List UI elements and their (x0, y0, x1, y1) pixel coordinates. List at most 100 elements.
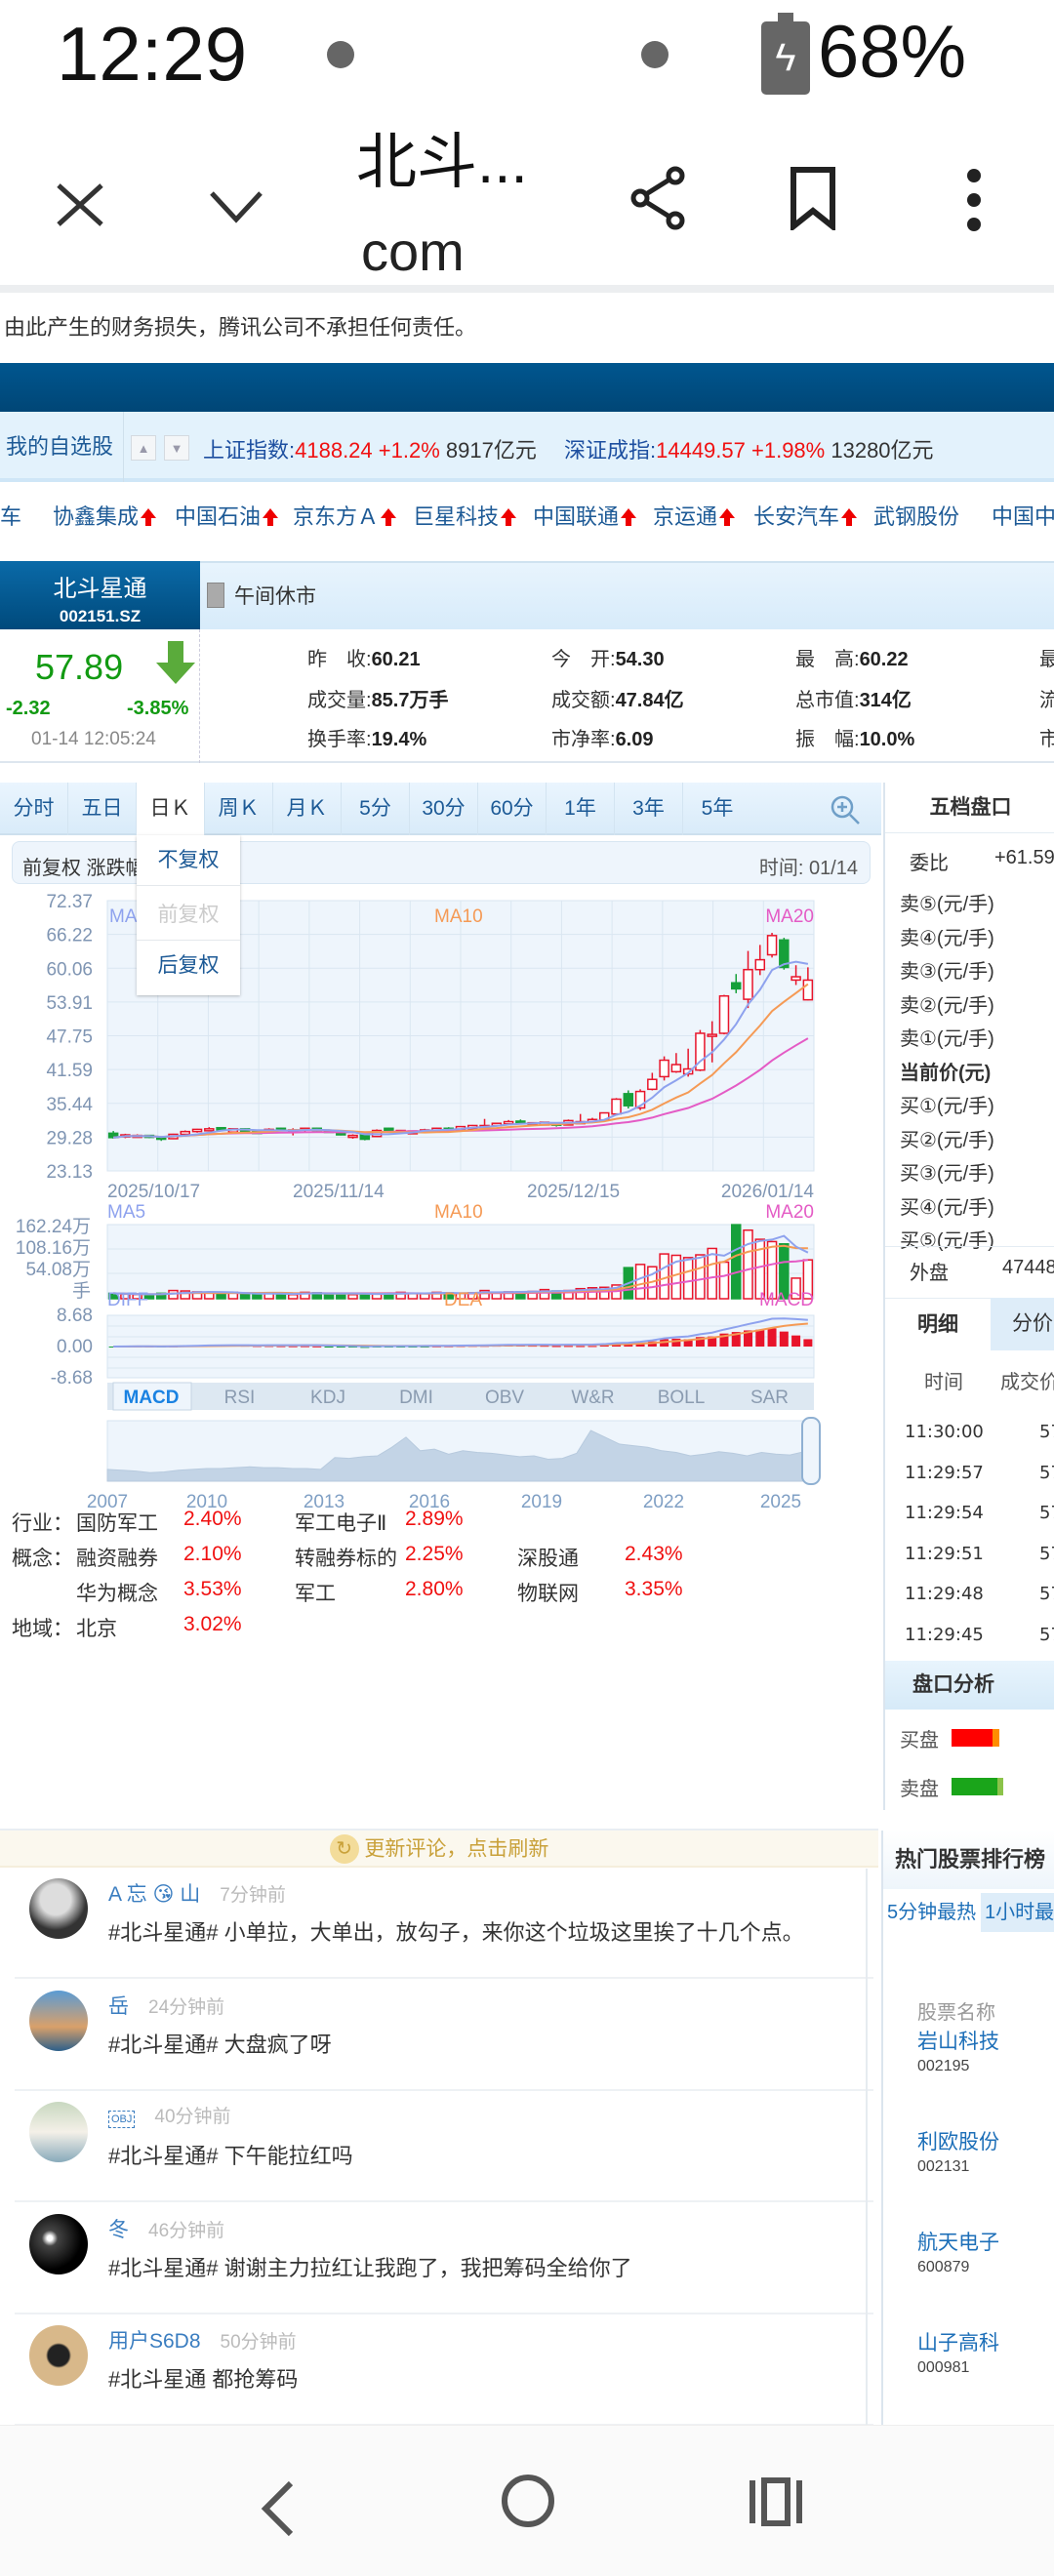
indicator-tab[interactable]: KDJ (310, 1388, 345, 1408)
hot-stock-code: 002195 (917, 2058, 970, 2074)
avatar[interactable] (29, 2213, 88, 2274)
indicator-tab[interactable]: W&R (571, 1388, 614, 1408)
comment-item: 用户S6D8 50分钟前 #北斗星通 都抢筹码 (15, 2315, 873, 2426)
tab-period[interactable]: 30分 (410, 783, 478, 835)
chevron-down-icon[interactable] (207, 176, 265, 234)
kline-chart[interactable]: 72.37 66.22 60.06 53.91 47.75 41.59 35.44 29.28… (0, 883, 881, 1517)
comment-scrollbar[interactable] (866, 1869, 868, 2425)
sector-name[interactable]: 北京 (76, 1613, 117, 1642)
ticker-name: 巨星科技 (413, 504, 500, 529)
ticker-item[interactable]: 协鑫集成 (53, 500, 157, 531)
sector-label: 地域： (12, 1618, 73, 1640)
quote-value: 60.22 (859, 649, 909, 670)
hot-stock-name[interactable]: 利欧股份 (917, 2126, 999, 2155)
tab-period[interactable]: 5分 (342, 783, 410, 835)
tab-detail[interactable]: 明细 (885, 1298, 991, 1350)
indicator-tab[interactable]: DMI (399, 1388, 433, 1408)
sell-bar-secondary (997, 1778, 1003, 1795)
candle-down (730, 982, 742, 990)
tab-period[interactable]: 3年 (615, 783, 683, 835)
hot-stock-name[interactable]: 航天电子 (917, 2227, 999, 2256)
avatar[interactable] (29, 2325, 88, 2386)
comment-author[interactable]: OBJ 40分钟前 (108, 2102, 231, 2128)
watchlist-link[interactable]: 我的自选股 (6, 412, 125, 482)
vol-ma5-label: MA5 (107, 1202, 145, 1223)
ticker-item[interactable]: 车 (0, 500, 21, 531)
sector-name[interactable]: 华为概念 (76, 1578, 158, 1607)
sector-name[interactable]: 国防军工 (76, 1508, 158, 1537)
quote-label: 换手率: (307, 729, 372, 750)
tab-1hour-hot[interactable]: 1小时最 (981, 1893, 1054, 1932)
hot-stocks-title: 热门股票排行榜 (883, 1831, 1054, 1889)
tab-price-split[interactable]: 分价 (991, 1298, 1054, 1350)
tab-period[interactable]: 5年 (683, 783, 751, 835)
ticker-item[interactable]: 中国联通 (533, 500, 637, 531)
tab-period[interactable]: 1年 (547, 783, 615, 835)
index-quotes[interactable]: 上证指数:4188.24 +1.2% 8917亿元 深证成指:14449.57 … (203, 433, 934, 464)
sector-name[interactable]: 转融券标的 (295, 1543, 397, 1572)
sector-name[interactable]: 物联网 (517, 1578, 579, 1607)
scroll-down-button[interactable]: ▼ (164, 435, 189, 461)
indicator-tab[interactable]: RSI (224, 1388, 256, 1408)
quote-field: 振 幅:10.0% (795, 723, 914, 751)
ticker-item[interactable]: 京运通 (653, 500, 736, 531)
menu-item-backward-adjust[interactable]: 后复权 (137, 941, 240, 991)
macd-label: MACD (759, 1290, 814, 1310)
tab-period[interactable]: 60分 (478, 783, 547, 835)
ticker-item[interactable]: 长安汽车 (753, 500, 858, 531)
indicator-tab[interactable]: SAR (750, 1388, 789, 1408)
macd-bar (312, 1346, 322, 1348)
close-icon[interactable] (51, 176, 109, 234)
hot-stock-name[interactable]: 岩山科技 (917, 2026, 999, 2055)
sector-name[interactable]: 军工电子Ⅱ (295, 1508, 386, 1537)
adjust-mode-label[interactable]: 前复权 涨跌幅 (22, 852, 145, 880)
navigator-handle[interactable] (801, 1417, 821, 1485)
ticker-item[interactable]: 武钢股份 (873, 500, 959, 531)
quote-field: 换手率:19.4% (307, 723, 426, 751)
avatar[interactable] (29, 1878, 88, 1939)
zoom-in-icon[interactable] (830, 794, 861, 825)
quote-field: 市净率:6.09 (551, 723, 654, 751)
refresh-comments-button[interactable]: ↻ 更新评论，点击刷新 (0, 1829, 878, 1868)
home-icon[interactable] (500, 2473, 556, 2529)
back-icon[interactable] (256, 2479, 301, 2538)
tab-period[interactable]: 五日 (68, 783, 137, 835)
comment-author[interactable]: 冬 46分钟前 (108, 2214, 224, 2243)
diff-label: DIFF (107, 1290, 148, 1310)
indicator-tab[interactable]: BOLL (658, 1388, 706, 1408)
candle-up (659, 1059, 669, 1078)
candle-up (670, 1064, 682, 1073)
tab-5min-hot[interactable]: 5分钟最热 (887, 1893, 977, 1932)
ticker-item[interactable]: 中国中 (992, 500, 1054, 531)
author-name: 冬 (108, 2218, 129, 2241)
indicator-tab[interactable]: MACD (124, 1388, 180, 1408)
comment-author[interactable]: 岳 24分钟前 (108, 1991, 224, 2020)
tab-period[interactable]: 月Ｋ (273, 783, 342, 835)
comment-author[interactable]: A 忘 😘 山 7分钟前 (108, 1878, 286, 1908)
tab-period[interactable]: 周Ｋ (205, 783, 273, 835)
avatar[interactable] (29, 1990, 88, 2051)
sector-name[interactable]: 深股通 (517, 1543, 579, 1572)
refresh-label: 更新评论，点击刷新 (364, 1837, 549, 1861)
sector-name[interactable]: 军工 (295, 1578, 336, 1607)
ticker-item[interactable]: 中国石油 (175, 500, 279, 531)
menu-item-no-adjust[interactable]: 不复权 (137, 835, 240, 886)
quote-value: 314亿 (859, 690, 912, 711)
ticker-item[interactable]: 京东方Ａ (293, 500, 397, 531)
recent-apps-icon[interactable] (747, 2476, 805, 2527)
tab-period[interactable]: 日Ｋ (137, 783, 205, 837)
order-book-panel: 五档盘口 委比 +61.59 卖⑤(元/手) 卖④(元/手) 卖③(元/手) 卖②(元… (883, 783, 1054, 1810)
more-options-icon[interactable] (952, 168, 996, 232)
sector-name[interactable]: 融资融券 (76, 1543, 158, 1572)
price-tick: 41.59 (46, 1061, 93, 1081)
menu-item-forward-adjust[interactable]: 前复权 (137, 890, 240, 941)
tab-period[interactable]: 分时 (0, 783, 68, 835)
indicator-tab[interactable]: OBV (485, 1388, 524, 1408)
hot-stock-name[interactable]: 山子高科 (917, 2327, 999, 2356)
avatar[interactable] (29, 2102, 88, 2162)
scroll-up-button[interactable]: ▲ (131, 435, 156, 461)
comment-author[interactable]: 用户S6D8 50分钟前 (108, 2325, 297, 2355)
bookmark-icon[interactable] (789, 166, 837, 230)
share-icon[interactable] (625, 164, 693, 232)
ticker-item[interactable]: 巨星科技 (413, 500, 517, 531)
